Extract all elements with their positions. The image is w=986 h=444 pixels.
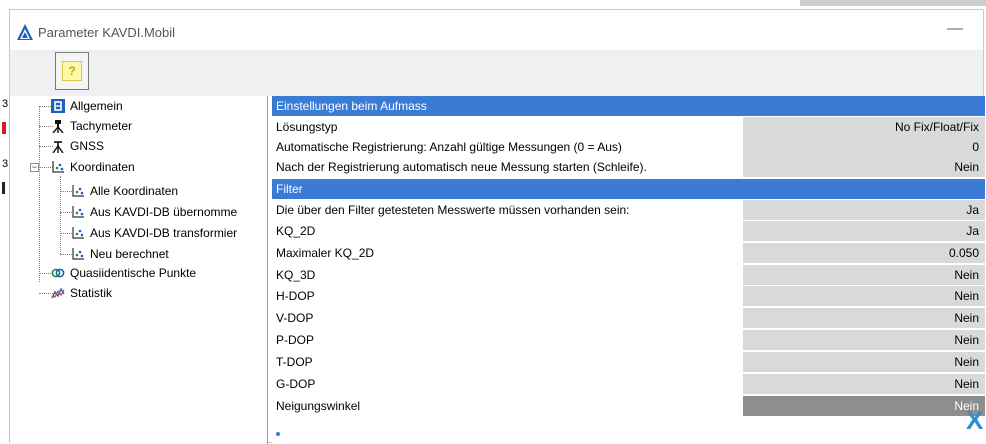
background-strip (0, 0, 986, 8)
property-grid: Einstellungen beim Aufmass Lösungstyp No… (272, 96, 985, 444)
property-value[interactable]: Nein (743, 308, 985, 328)
category-tree: − Allgemein Tachymeter GNSS Koordinaten (10, 96, 268, 444)
app-logo-icon (17, 24, 33, 40)
edge-mark-red (2, 122, 6, 134)
tree-connector (60, 176, 61, 254)
tree-item-label: GNSS (70, 139, 105, 153)
property-value[interactable]: No Fix/Float/Fix (743, 117, 985, 137)
coordinates-icon (70, 225, 86, 241)
section-header-aufmass[interactable]: Einstellungen beim Aufmass (272, 96, 985, 116)
tree-item-quasiidentische-punkte[interactable]: Quasiidentische Punkte (50, 263, 196, 283)
property-name: V-DOP (276, 311, 314, 325)
edge-mark: 3 (2, 98, 9, 110)
property-name: Neigungswinkel (276, 399, 361, 413)
background-window-edge: 3 3 (0, 0, 9, 443)
property-name: P-DOP (276, 333, 315, 347)
tree-item-label: Koordinaten (70, 160, 135, 174)
property-row[interactable]: Nach der Registrierung automatisch neue … (272, 157, 985, 177)
coordinates-icon (70, 204, 86, 220)
title-bar: Parameter KAVDI.Mobil — (10, 10, 983, 50)
tachymeter-icon (50, 118, 66, 134)
property-name: T-DOP (276, 355, 313, 369)
property-row[interactable]: Die über den Filter getesteten Messwerte… (272, 200, 985, 220)
property-name: H-DOP (276, 289, 315, 303)
background-bar (800, 0, 986, 6)
property-value[interactable]: Nein (743, 352, 985, 372)
tree-item-label: Quasiidentische Punkte (70, 266, 197, 280)
statistics-icon (50, 285, 66, 301)
property-name: KQ_2D (276, 224, 316, 238)
minimize-button[interactable]: — (945, 21, 965, 39)
property-row[interactable]: P-DOP Nein (272, 330, 985, 350)
property-value[interactable]: 0.050 (743, 243, 985, 263)
tree-item-aus-kavdi-db-uebernommen[interactable]: Aus KAVDI-DB übernomme (70, 202, 237, 222)
tree-item-neu-berechnet[interactable]: Neu berechnet (70, 244, 169, 264)
toolbar: ? (10, 50, 983, 96)
help-icon: ? (62, 61, 82, 81)
coordinates-icon (50, 159, 66, 175)
parameter-window: Parameter KAVDI.Mobil — ? − Allgemein Ta… (9, 9, 985, 444)
property-value[interactable]: Ja (743, 200, 985, 220)
property-row[interactable]: Lösungstyp No Fix/Float/Fix (272, 117, 985, 137)
property-name: G-DOP (276, 377, 316, 391)
section-header-filter[interactable]: Filter (272, 179, 985, 199)
property-name: Nach der Registrierung automatisch neue … (276, 160, 647, 174)
quasi-identical-icon (50, 265, 66, 281)
property-value[interactable]: Nein (743, 396, 985, 416)
tree-connector (39, 106, 40, 282)
property-row-selected[interactable]: Neigungswinkel Nein (272, 396, 985, 416)
property-value[interactable]: Nein (743, 374, 985, 394)
property-name: Automatische Registrierung: Anzahl gülti… (276, 140, 622, 154)
tree-item-label: Neu berechnet (90, 247, 169, 261)
koordinaten-collapse-toggle[interactable]: − (30, 163, 39, 172)
focus-dot (276, 432, 280, 436)
tree-item-statistik[interactable]: Statistik (50, 283, 112, 303)
tree-item-tachymeter[interactable]: Tachymeter (50, 116, 132, 136)
property-row[interactable]: H-DOP Nein (272, 286, 985, 306)
tree-item-aus-kavdi-db-transformiert[interactable]: Aus KAVDI-DB transformier (70, 223, 237, 243)
close-icon[interactable]: X (966, 406, 983, 434)
edge-mark: 3 (2, 158, 9, 170)
coordinates-icon (70, 246, 86, 262)
tree-item-alle-koordinaten[interactable]: Alle Koordinaten (70, 181, 178, 201)
property-row[interactable]: Automatische Registrierung: Anzahl gülti… (272, 137, 985, 157)
tree-item-label: Statistik (70, 286, 113, 300)
property-value[interactable]: Nein (743, 157, 985, 177)
property-value[interactable]: Ja (743, 221, 985, 241)
property-name: KQ_3D (276, 268, 316, 282)
property-value[interactable]: Nein (743, 330, 985, 350)
property-value[interactable]: Nein (743, 286, 985, 306)
property-name: Lösungstyp (276, 120, 338, 134)
property-row[interactable]: T-DOP Nein (272, 352, 985, 372)
tree-item-label: Alle Koordinaten (90, 184, 179, 198)
section-title: Einstellungen beim Aufmass (276, 99, 427, 113)
allgemein-icon (50, 98, 66, 114)
section-title: Filter (276, 182, 303, 196)
property-name: Maximaler KQ_2D (276, 246, 375, 260)
tree-item-label: Allgemein (70, 99, 123, 113)
coordinates-icon (70, 183, 86, 199)
tree-item-label: Aus KAVDI-DB transformier (90, 226, 238, 240)
property-row[interactable]: G-DOP Nein (272, 374, 985, 394)
tree-item-koordinaten[interactable]: Koordinaten (50, 157, 135, 177)
gnss-icon (50, 138, 66, 154)
tree-item-allgemein[interactable]: Allgemein (50, 96, 123, 116)
tree-item-label: Tachymeter (70, 119, 133, 133)
property-row[interactable]: KQ_3D Nein (272, 265, 985, 285)
tree-item-label: Aus KAVDI-DB übernomme (90, 205, 238, 219)
tree-item-gnss[interactable]: GNSS (50, 136, 105, 156)
window-title: Parameter KAVDI.Mobil (38, 25, 176, 40)
property-row[interactable]: V-DOP Nein (272, 308, 985, 328)
property-name: Die über den Filter getesteten Messwerte… (276, 203, 630, 217)
edge-mark-dark (2, 182, 5, 194)
property-row[interactable]: KQ_2D Ja (272, 221, 985, 241)
property-value[interactable]: 0 (743, 137, 985, 157)
property-value[interactable]: Nein (743, 265, 985, 285)
property-row[interactable]: Maximaler KQ_2D 0.050 (272, 243, 985, 263)
help-button[interactable]: ? (55, 52, 89, 90)
